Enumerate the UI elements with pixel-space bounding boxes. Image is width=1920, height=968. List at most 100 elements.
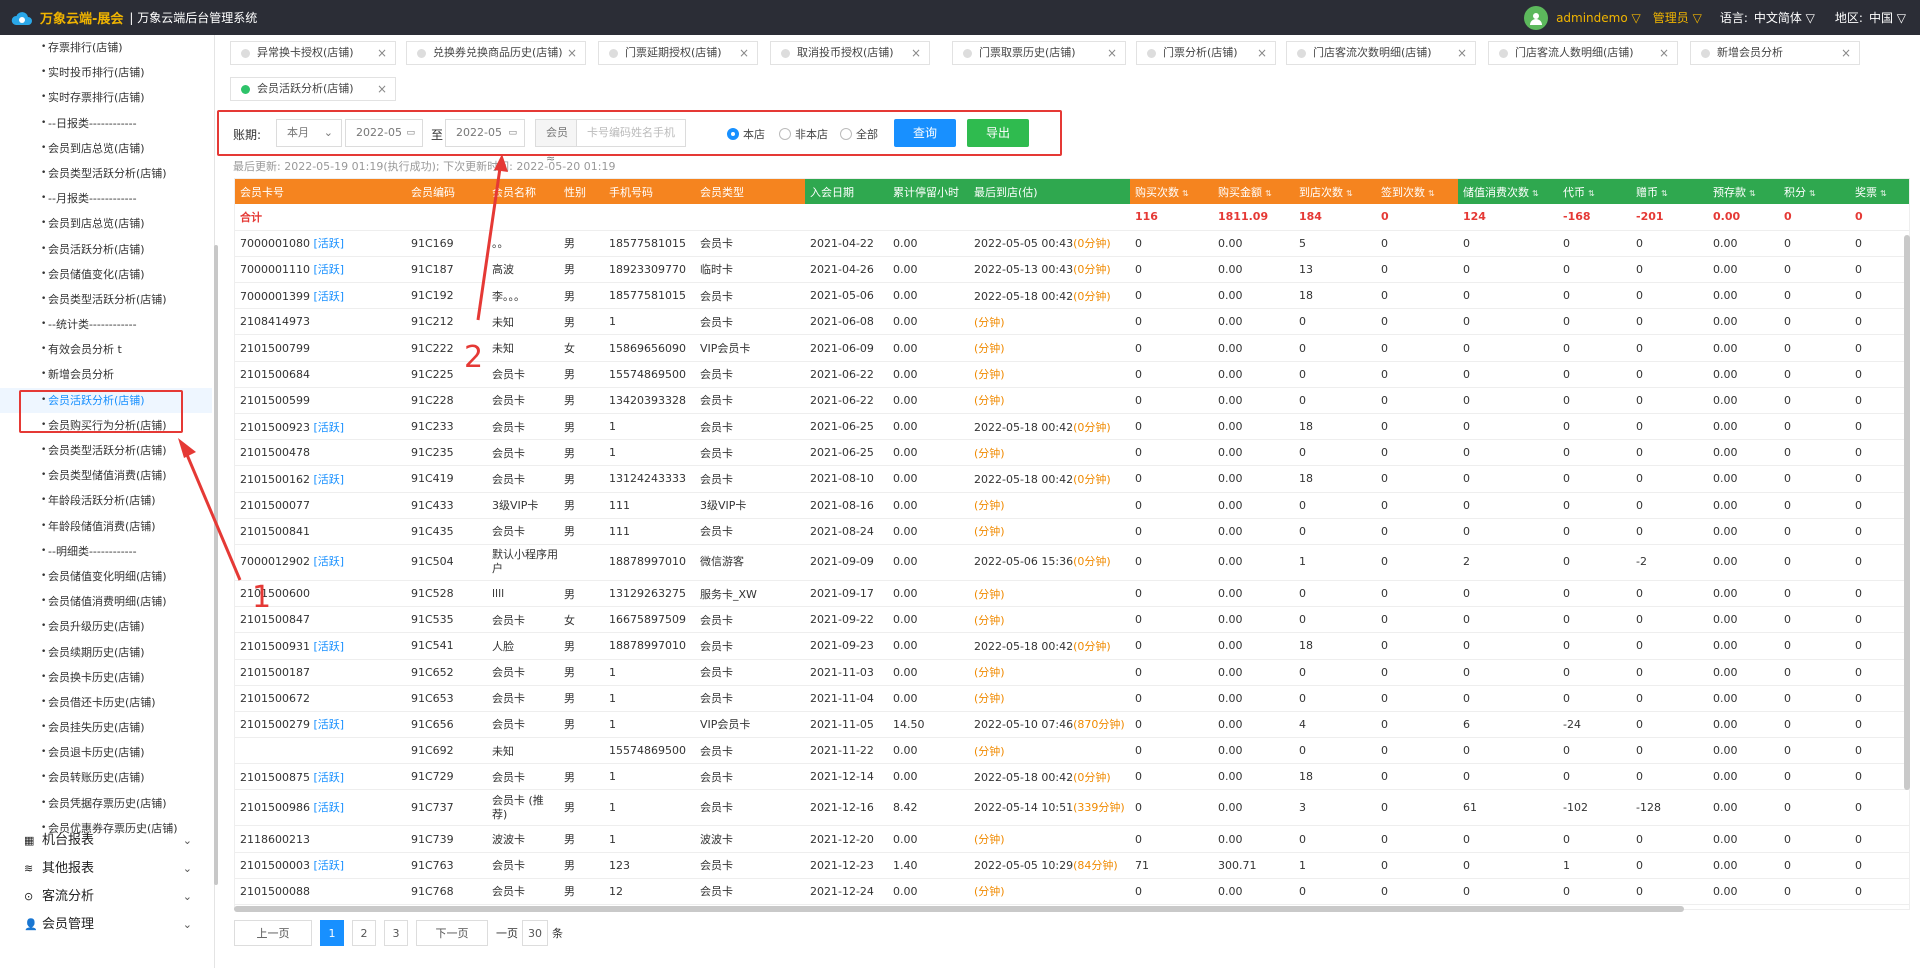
tab-item[interactable]: 门店客流人数明细(店铺) ×: [1488, 41, 1678, 65]
close-icon[interactable]: ×: [377, 78, 387, 100]
column-header[interactable]: 积分 ⇅: [1779, 179, 1850, 204]
tab-item[interactable]: 门票分析(店铺) ×: [1136, 41, 1276, 65]
active-tag[interactable]: [活跃]: [314, 640, 345, 653]
column-header[interactable]: 代币 ⇅: [1558, 179, 1631, 204]
sidebar-item[interactable]: 实时投币排行(店铺): [0, 60, 212, 85]
active-tag[interactable]: [活跃]: [314, 263, 345, 276]
user-avatar-icon[interactable]: [1524, 5, 1549, 30]
table-row[interactable]: 2101500187 91C652 会员卡男 1 会员卡 2021-11-03 0.00 (分…: [235, 659, 1909, 686]
sidebar-group[interactable]: ⊙ 客流分析 ⌄: [0, 883, 210, 911]
to-date-input[interactable]: 2022-05 ▭: [445, 119, 525, 147]
sidebar-group[interactable]: ▦ 机台报表 ⌄: [0, 827, 210, 855]
table-row[interactable]: 2101500088 91C768 会员卡男 12 会员卡 2021-12-24 0.00(…: [235, 878, 1909, 906]
table-row[interactable]: 2118600213 91C739 波波卡男 1 波波卡 2021-12-20 0.00 (分…: [235, 825, 1909, 853]
sort-icon[interactable]: ⇅: [1661, 189, 1668, 198]
radio-this-store[interactable]: 本店: [727, 126, 765, 142]
table-row[interactable]: 2101500841 91C435 会员卡男 111 会员卡 2021-08-24 0.00…: [235, 518, 1909, 545]
sidebar-item[interactable]: 会员凭据存票历史(店铺): [0, 791, 212, 816]
column-header[interactable]: 购买金额 ⇅: [1213, 179, 1294, 204]
close-icon[interactable]: ×: [911, 42, 921, 64]
per-page-input[interactable]: 30: [522, 920, 548, 946]
column-header[interactable]: 赠币 ⇅: [1631, 179, 1708, 204]
sort-icon[interactable]: ⇅: [1880, 189, 1887, 198]
sidebar-item[interactable]: 会员储值变化(店铺): [0, 262, 212, 287]
table-row[interactable]: 2101500162 [活跃] 91C419 会员卡男 13124243333 会员卡 2…: [235, 465, 1909, 493]
sidebar-item[interactable]: 新增会员分析: [0, 362, 212, 387]
page-button[interactable]: 3: [384, 920, 408, 946]
language-select[interactable]: 中文简体 ▽: [1754, 9, 1815, 26]
table-row[interactable]: 7000012902 [活跃] 91C504 默认小程序用户 18878997010 微…: [235, 544, 1909, 581]
column-header[interactable]: 奖票 ⇅: [1850, 179, 1909, 204]
tab-item[interactable]: 会员活跃分析(店铺) ×: [230, 77, 396, 101]
table-row[interactable]: 2101500986 [活跃] 91C737 会员卡 (推荐) 男 1 会员卡 2021-1…: [235, 789, 1909, 827]
table-row[interactable]: 2101500931 [活跃] 91C541 人脸男 18878997010 会员卡 20…: [235, 632, 1909, 660]
sidebar-group[interactable]: ≋ 其他报表 ⌄: [0, 855, 210, 883]
table-row[interactable]: 7000001080 [活跃] 91C169。。男 18577581015 会员卡 20…: [235, 230, 1909, 257]
export-button[interactable]: 导出: [967, 119, 1029, 147]
active-tag[interactable]: [活跃]: [314, 237, 345, 250]
sidebar-item[interactable]: 会员类型活跃分析(店铺): [0, 161, 212, 186]
table-row[interactable]: 7000001110 [活跃] 91C187 高波男 18923309770 临时卡 20…: [235, 256, 1909, 284]
sidebar-item[interactable]: 会员储值消费明细(店铺): [0, 589, 212, 614]
table-row[interactable]: 2108414973 91C212 未知男 1 会员卡 2021-06-08 0.00 (分钟…: [235, 308, 1909, 336]
table-row[interactable]: 2101500847 91C535 会员卡女 16675897509 会员卡 2021-0…: [235, 606, 1909, 634]
table-row[interactable]: 2101500279 [活跃] 91C656 会员卡男 1 VIP会员卡 2021-11-…: [235, 711, 1909, 739]
sort-icon[interactable]: ⇅: [1809, 189, 1816, 198]
sidebar-item[interactable]: 会员类型活跃分析(店铺): [0, 438, 212, 463]
sidebar-item[interactable]: 会员续期历史(店铺): [0, 640, 212, 665]
tab-item[interactable]: 兑换券兑换商品历史(店铺) ×: [406, 41, 586, 65]
member-type-select[interactable]: 会员 ≈: [535, 119, 577, 165]
table-row[interactable]: 2101500600 91C528 llll 男 13129263275 服务卡_XW 20…: [235, 580, 1909, 608]
active-tag[interactable]: [活跃]: [314, 771, 345, 784]
sidebar-item[interactable]: 年龄段活跃分析(店铺): [0, 488, 212, 513]
user-menu[interactable]: admindemo ▽: [1556, 11, 1641, 25]
close-icon[interactable]: ×: [1257, 42, 1267, 64]
sidebar-item[interactable]: 会员挂失历史(店铺): [0, 715, 212, 740]
active-tag[interactable]: [活跃]: [314, 555, 345, 568]
close-icon[interactable]: ×: [739, 42, 749, 64]
radio-all[interactable]: 全部: [840, 126, 878, 142]
sidebar-item[interactable]: 会员储值变化明细(店铺): [0, 564, 212, 589]
active-tag[interactable]: [活跃]: [314, 859, 345, 872]
sidebar-item[interactable]: 有效会员分析 t: [0, 337, 212, 362]
sidebar-item[interactable]: 会员到店总览(店铺): [0, 211, 212, 236]
sidebar-item[interactable]: 会员借还卡历史(店铺): [0, 690, 212, 715]
prev-page-button[interactable]: 上一页: [234, 920, 312, 946]
sort-icon[interactable]: ⇅: [1532, 189, 1539, 198]
vertical-scrollbar[interactable]: [1904, 235, 1910, 790]
table-row[interactable]: 7000001399 [活跃] 91C192 李。。。男 18577581015 会员卡…: [235, 282, 1909, 310]
table-row[interactable]: 2101500684 91C225 会员卡男 15574869500 会员卡 2021-0…: [235, 361, 1909, 388]
sidebar-item[interactable]: 会员升级历史(店铺): [0, 614, 212, 639]
table-row[interactable]: 91C692 未知 15574869500 会员卡 2021-11-22 0.00 (分钟)…: [235, 737, 1909, 765]
column-header[interactable]: 预存款 ⇅: [1708, 179, 1779, 204]
table-row[interactable]: 2101500672 91C653 会员卡男 1 会员卡 2021-11-04 0.00 (分…: [235, 685, 1909, 712]
sort-icon[interactable]: ⇅: [1428, 189, 1435, 198]
close-icon[interactable]: ×: [1841, 42, 1851, 64]
tab-item[interactable]: 取消投币授权(店铺) ×: [770, 41, 930, 65]
tab-item[interactable]: 门票取票历史(店铺) ×: [952, 41, 1126, 65]
table-row[interactable]: 2101500077 91C433 3级VIP卡男 111 3级VIP卡 2021-08-…: [235, 492, 1909, 519]
sidebar-item[interactable]: 会员退卡历史(店铺): [0, 740, 212, 765]
sidebar-item[interactable]: 会员类型活跃分析(店铺): [0, 287, 212, 312]
close-icon[interactable]: ×: [377, 42, 387, 64]
from-date-input[interactable]: 2022-05 ▭: [345, 119, 423, 147]
tab-item[interactable]: 门票延期授权(店铺) ×: [598, 41, 758, 65]
column-header[interactable]: 购买次数 ⇅: [1130, 179, 1213, 204]
search-input[interactable]: 卡号编码姓名手机: [576, 119, 686, 147]
sort-icon[interactable]: ⇅: [1265, 189, 1272, 198]
table-row[interactable]: 2101500003 [活跃] 91C763 会员卡男 123 会员卡 2021-12-2…: [235, 852, 1909, 879]
sort-icon[interactable]: ⇅: [1346, 189, 1353, 198]
sidebar-scrollbar[interactable]: [214, 245, 218, 885]
sort-icon[interactable]: ⇅: [1588, 189, 1595, 198]
page-button[interactable]: 2: [352, 920, 376, 946]
radio-other-store[interactable]: 非本店: [779, 126, 828, 142]
sidebar-item[interactable]: 会员换卡历史(店铺): [0, 665, 212, 690]
period-select[interactable]: 本月 ⌄: [276, 119, 342, 147]
close-icon[interactable]: ×: [1107, 42, 1117, 64]
table-row[interactable]: 2101500875 [活跃] 91C729 会员卡男 1 会员卡 2021-12-14 0…: [235, 763, 1909, 791]
sidebar-item[interactable]: 会员类型储值消费(店铺): [0, 463, 212, 488]
column-header[interactable]: 签到次数 ⇅: [1376, 179, 1458, 204]
tab-item[interactable]: 新增会员分析 ×: [1690, 41, 1860, 65]
table-row[interactable]: 2101500923 [活跃] 91C233 会员卡男 1 会员卡 2021-06-25 0…: [235, 413, 1909, 441]
sidebar-item[interactable]: 会员活跃分析(店铺): [0, 237, 212, 262]
